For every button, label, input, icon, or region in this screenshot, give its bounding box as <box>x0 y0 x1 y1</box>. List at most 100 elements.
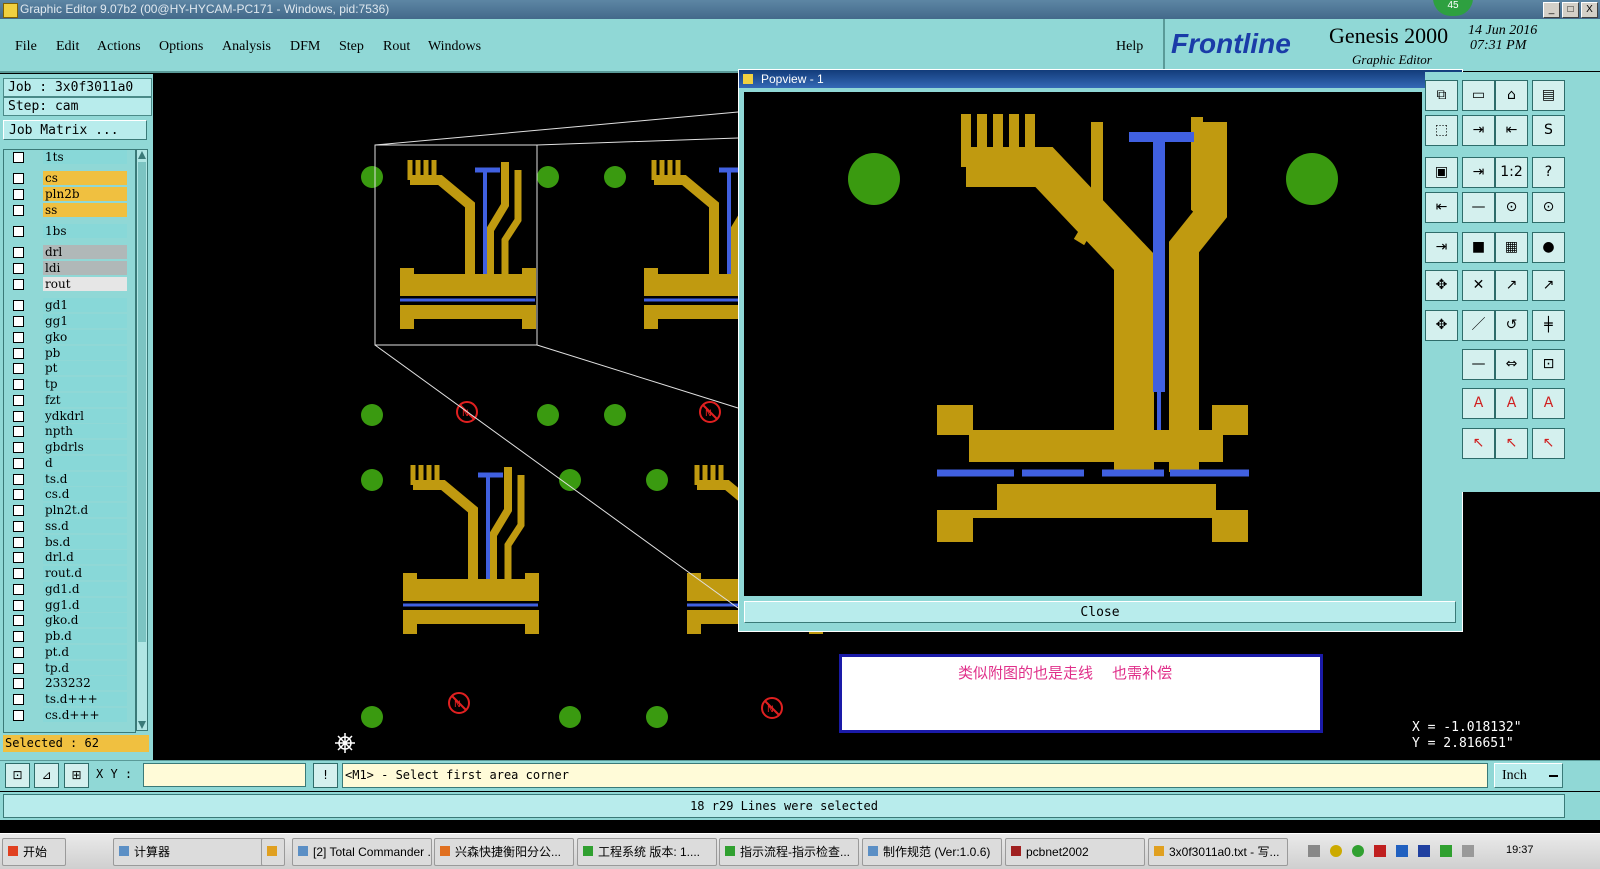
layer-name[interactable]: tp.d <box>43 661 127 675</box>
tray-icon[interactable] <box>1308 845 1320 857</box>
layer-checkbox[interactable] <box>13 474 24 485</box>
out-icon[interactable]: ⇤ <box>1495 115 1528 146</box>
layer-row[interactable]: gd1 <box>10 298 127 312</box>
layer-row[interactable]: cs.d+++ <box>10 708 127 722</box>
text-icon[interactable]: A <box>1495 388 1528 419</box>
layer-row[interactable]: pt <box>10 361 127 375</box>
layer-name[interactable]: 1ts <box>43 150 127 164</box>
layer-checkbox[interactable] <box>13 600 24 611</box>
layer-name[interactable]: cs.d+++ <box>43 708 127 722</box>
tray-icon[interactable] <box>1396 845 1408 857</box>
measure-icon[interactable]: ⊿ <box>34 763 59 788</box>
layer-row[interactable]: gg1.d <box>10 598 127 612</box>
line-icon[interactable]: — <box>1462 192 1495 223</box>
layer-row[interactable]: gbdrls <box>10 440 127 454</box>
layer-name[interactable]: ldi <box>43 261 127 275</box>
frame-icon[interactable]: ▣ <box>1425 157 1458 188</box>
layer-name[interactable]: ts.d+++ <box>43 692 127 706</box>
layer-checkbox[interactable] <box>13 263 24 274</box>
layer-name[interactable]: cs <box>43 171 127 185</box>
layer-row[interactable]: ldi <box>10 261 127 275</box>
popview-canvas[interactable] <box>744 92 1422 596</box>
layer-checkbox[interactable] <box>13 584 24 595</box>
layer-name[interactable]: d <box>43 456 127 470</box>
slash-icon[interactable]: ／ <box>1462 310 1495 341</box>
layer-row[interactable]: gko.d <box>10 613 127 627</box>
text-icon[interactable]: A <box>1462 388 1495 419</box>
layer-checkbox[interactable] <box>13 631 24 642</box>
layer-row[interactable]: tp <box>10 377 127 391</box>
clock[interactable]: 19:37 <box>1506 844 1534 856</box>
layer-row[interactable]: rout <box>10 277 127 291</box>
start-button[interactable]: 开始 <box>2 838 66 866</box>
right-icon[interactable]: ⇥ <box>1425 232 1458 263</box>
layer-row[interactable]: fzt <box>10 393 127 407</box>
layer-checkbox[interactable] <box>13 226 24 237</box>
taskbar-item[interactable]: [2] Total Commander ... <box>292 838 432 866</box>
layer-row[interactable]: gko <box>10 330 127 344</box>
box-icon[interactable]: ▭ <box>1462 80 1495 111</box>
layer-name[interactable]: gd1.d <box>43 582 127 596</box>
text-icon[interactable]: A <box>1532 388 1565 419</box>
layer-checkbox[interactable] <box>13 552 24 563</box>
layer-name[interactable]: fzt <box>43 393 127 407</box>
fill-icon[interactable]: ■ <box>1462 232 1495 263</box>
layer-name[interactable]: ss.d <box>43 519 127 533</box>
layer-row[interactable]: 1ts <box>10 150 127 164</box>
scroll-up-icon[interactable] <box>138 151 146 159</box>
arrow-icon[interactable]: ↗ <box>1532 270 1565 301</box>
layer-checkbox[interactable] <box>13 521 24 532</box>
layer-row[interactable]: cs.d <box>10 487 127 501</box>
layer-checkbox[interactable] <box>13 379 24 390</box>
home-icon[interactable]: ⌂ <box>1495 80 1528 111</box>
cross-icon[interactable]: ✕ <box>1462 270 1495 301</box>
dot-icon[interactable]: ● <box>1532 232 1565 263</box>
layer-name[interactable]: pb <box>43 346 127 360</box>
layer-row[interactable]: gg1 <box>10 314 127 328</box>
layer-checkbox[interactable] <box>13 152 24 163</box>
layer-name[interactable]: pt.d <box>43 645 127 659</box>
menu-windows[interactable]: Windows <box>428 39 481 55</box>
close-button[interactable]: X <box>1581 2 1598 18</box>
layer-row[interactable]: drl <box>10 245 127 259</box>
taskbar-item[interactable]: 制作规范 (Ver:1.0.6) <box>862 838 1002 866</box>
layer-name[interactable]: rout <box>43 277 127 291</box>
arrow-icon[interactable]: ↗ <box>1495 270 1528 301</box>
layer-name[interactable]: gko.d <box>43 613 127 627</box>
layer-name[interactable]: 233232 <box>43 676 127 690</box>
layer-row[interactable]: npth <box>10 424 127 438</box>
layer-checkbox[interactable] <box>13 710 24 721</box>
tray-icon[interactable] <box>1330 845 1342 857</box>
menu-analysis[interactable]: Analysis <box>222 39 271 55</box>
ruler-icon[interactable]: ▦ <box>1495 232 1528 263</box>
layer-checkbox[interactable] <box>13 363 24 374</box>
layer-row[interactable]: pln2t.d <box>10 503 127 517</box>
menu-help[interactable]: Help <box>1116 39 1143 55</box>
layer-row[interactable]: rout.d <box>10 566 127 580</box>
layer-name[interactable]: gg1 <box>43 314 127 328</box>
layer-checkbox[interactable] <box>13 411 24 422</box>
layer-name[interactable]: drl.d <box>43 550 127 564</box>
layer-row[interactable]: drl.d <box>10 550 127 564</box>
left-icon[interactable]: ⇤ <box>1425 192 1458 223</box>
layer-name[interactable]: 1bs <box>43 224 127 238</box>
scroll-down-icon[interactable] <box>138 721 146 729</box>
pan-icon[interactable]: ✥ <box>1425 270 1458 301</box>
grid-icon[interactable]: ⊞ <box>64 763 89 788</box>
layer-checkbox[interactable] <box>13 332 24 343</box>
pointer-icon[interactable]: ↖ <box>1462 428 1495 459</box>
taskbar-item[interactable]: 3x0f3011a0.txt - 写... <box>1148 838 1288 866</box>
zoom-box-icon[interactable]: ⊡ <box>5 763 30 788</box>
layer-name[interactable]: pb.d <box>43 629 127 643</box>
pcb-board[interactable] <box>403 465 539 634</box>
layer-row[interactable]: cs <box>10 171 127 185</box>
layer-row[interactable]: ss.d <box>10 519 127 533</box>
layer-row[interactable]: bs.d <box>10 535 127 549</box>
layer-row[interactable]: ts.d+++ <box>10 692 127 706</box>
layer-checkbox[interactable] <box>13 316 24 327</box>
menu-actions[interactable]: Actions <box>97 39 141 55</box>
rotate-icon[interactable]: ↺ <box>1495 310 1528 341</box>
layer-checkbox[interactable] <box>13 505 24 516</box>
layer-name[interactable]: pln2t.d <box>43 503 127 517</box>
copy-icon[interactable]: ⧉ <box>1425 80 1458 111</box>
